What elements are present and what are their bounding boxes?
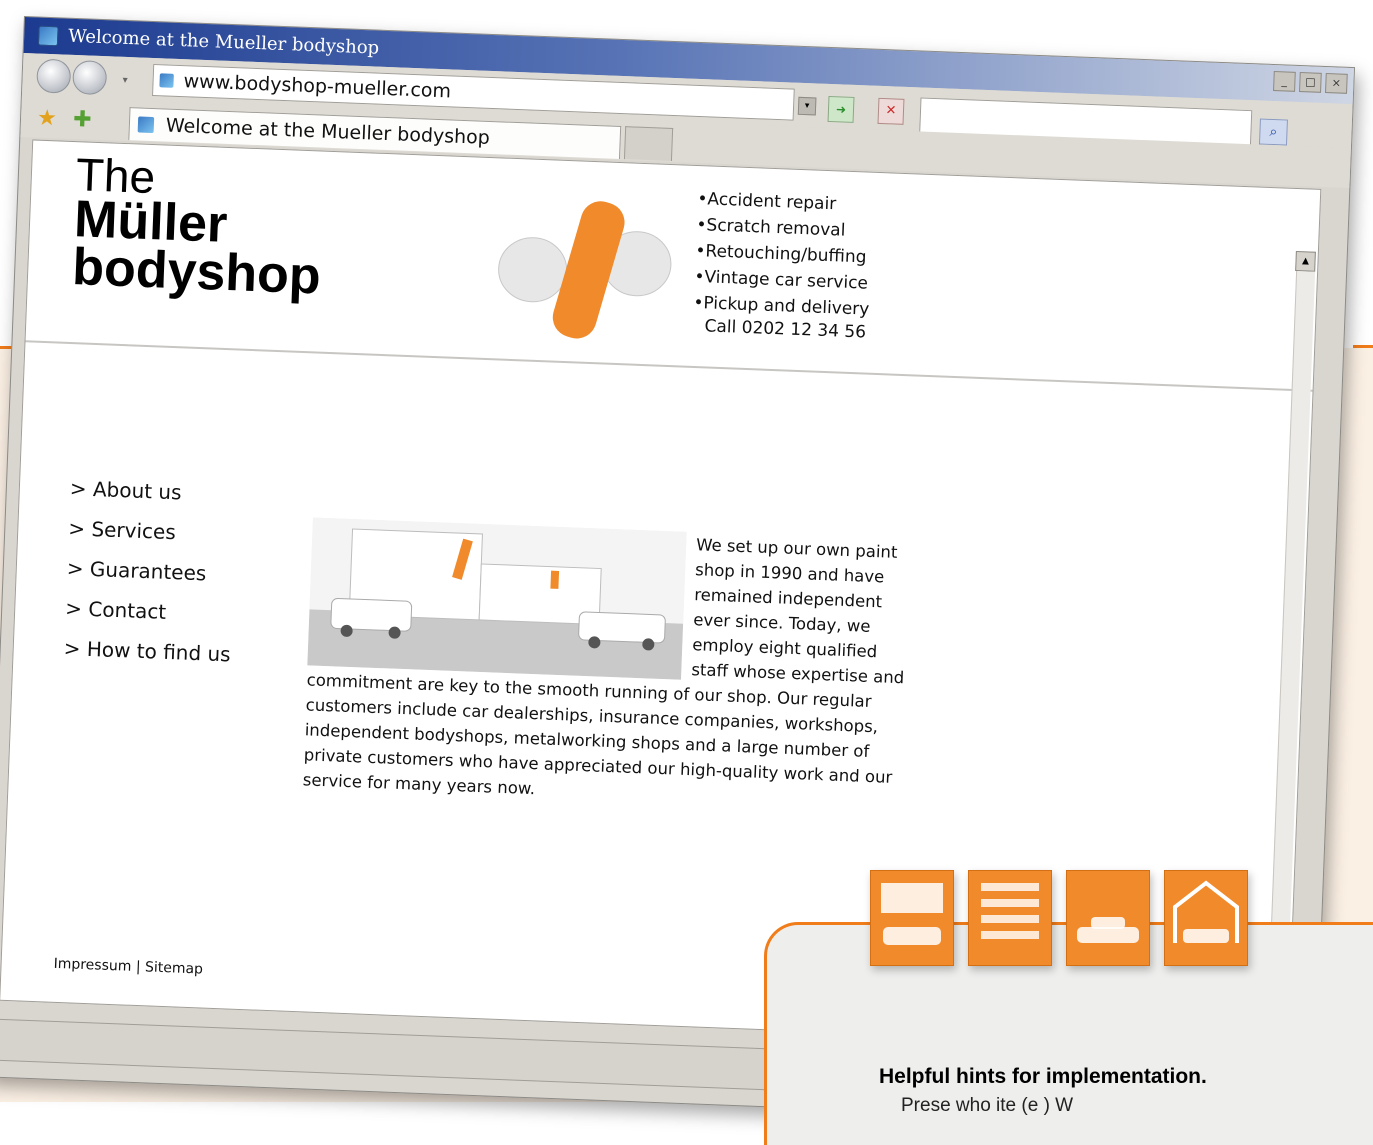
services-list: Accident repair Scratch removal Retouchi… xyxy=(693,186,874,323)
search-icon[interactable]: ⌕ xyxy=(1258,118,1288,146)
hints-text: Prese who ite (e ) W xyxy=(901,1095,1074,1116)
minimize-button[interactable]: _ xyxy=(1273,71,1296,92)
go-icon[interactable]: ➜ xyxy=(827,95,855,123)
site-navigation: > About us > Services > Guarantees > Con… xyxy=(63,468,238,674)
history-dropdown-icon[interactable]: ▾ xyxy=(122,75,127,86)
tab-label: Welcome at the Mueller bodyshop xyxy=(165,114,491,149)
maximize-button[interactable]: □ xyxy=(1299,72,1322,93)
scroll-up-icon[interactable]: ▲ xyxy=(1295,250,1316,272)
bandage-icon xyxy=(498,201,672,339)
nav-contact[interactable]: > Contact xyxy=(65,588,233,634)
document-car-icon xyxy=(870,870,954,966)
address-url[interactable]: www.bodyshop-mueller.com xyxy=(183,70,451,102)
garage-icon xyxy=(1164,870,1248,966)
back-arrow-icon[interactable] xyxy=(36,58,72,94)
footer-separator: | xyxy=(135,959,141,976)
logo-line-3: bodyshop xyxy=(71,238,322,306)
illustration-spacer xyxy=(307,517,696,682)
car-icon xyxy=(1066,870,1150,966)
site-logo[interactable]: The Müller bodyshop xyxy=(71,148,325,306)
new-tab-button[interactable] xyxy=(623,126,674,161)
site-footer: Impressum | Sitemap xyxy=(53,956,203,978)
forward-arrow-icon[interactable] xyxy=(72,59,108,96)
site-favicon-icon xyxy=(159,73,174,88)
checklist-icon xyxy=(968,870,1052,966)
nav-about-us[interactable]: > About us xyxy=(69,468,237,514)
window-title: Welcome at the Mueller bodyshop xyxy=(67,25,380,59)
tab-favicon-icon xyxy=(137,116,155,134)
nav-services[interactable]: > Services xyxy=(68,508,236,554)
impressum-link[interactable]: Impressum xyxy=(53,956,131,975)
add-favorite-icon[interactable]: ✚ xyxy=(73,107,92,133)
feature-icons xyxy=(870,870,1248,966)
orange-rule-right xyxy=(1353,345,1373,348)
nav-how-to-find-us[interactable]: > How to find us xyxy=(63,628,231,674)
stop-icon[interactable]: ✕ xyxy=(877,97,905,125)
hints-title: Helpful hints for implementation. xyxy=(879,1065,1207,1088)
window-controls: _ □ × xyxy=(1273,71,1348,94)
nav-guarantees[interactable]: > Guarantees xyxy=(66,548,234,594)
address-dropdown-icon[interactable]: ▾ xyxy=(797,96,817,116)
browser-app-icon xyxy=(37,25,59,47)
close-button[interactable]: × xyxy=(1325,73,1348,94)
header-divider xyxy=(25,340,1315,392)
sitemap-link[interactable]: Sitemap xyxy=(145,959,204,977)
site-header: The Müller bodyshop Accident repair Scra… xyxy=(24,140,1320,427)
star-icon[interactable]: ★ xyxy=(37,106,58,132)
intro-text: We set up our own paint shop in 1990 and… xyxy=(302,517,916,815)
